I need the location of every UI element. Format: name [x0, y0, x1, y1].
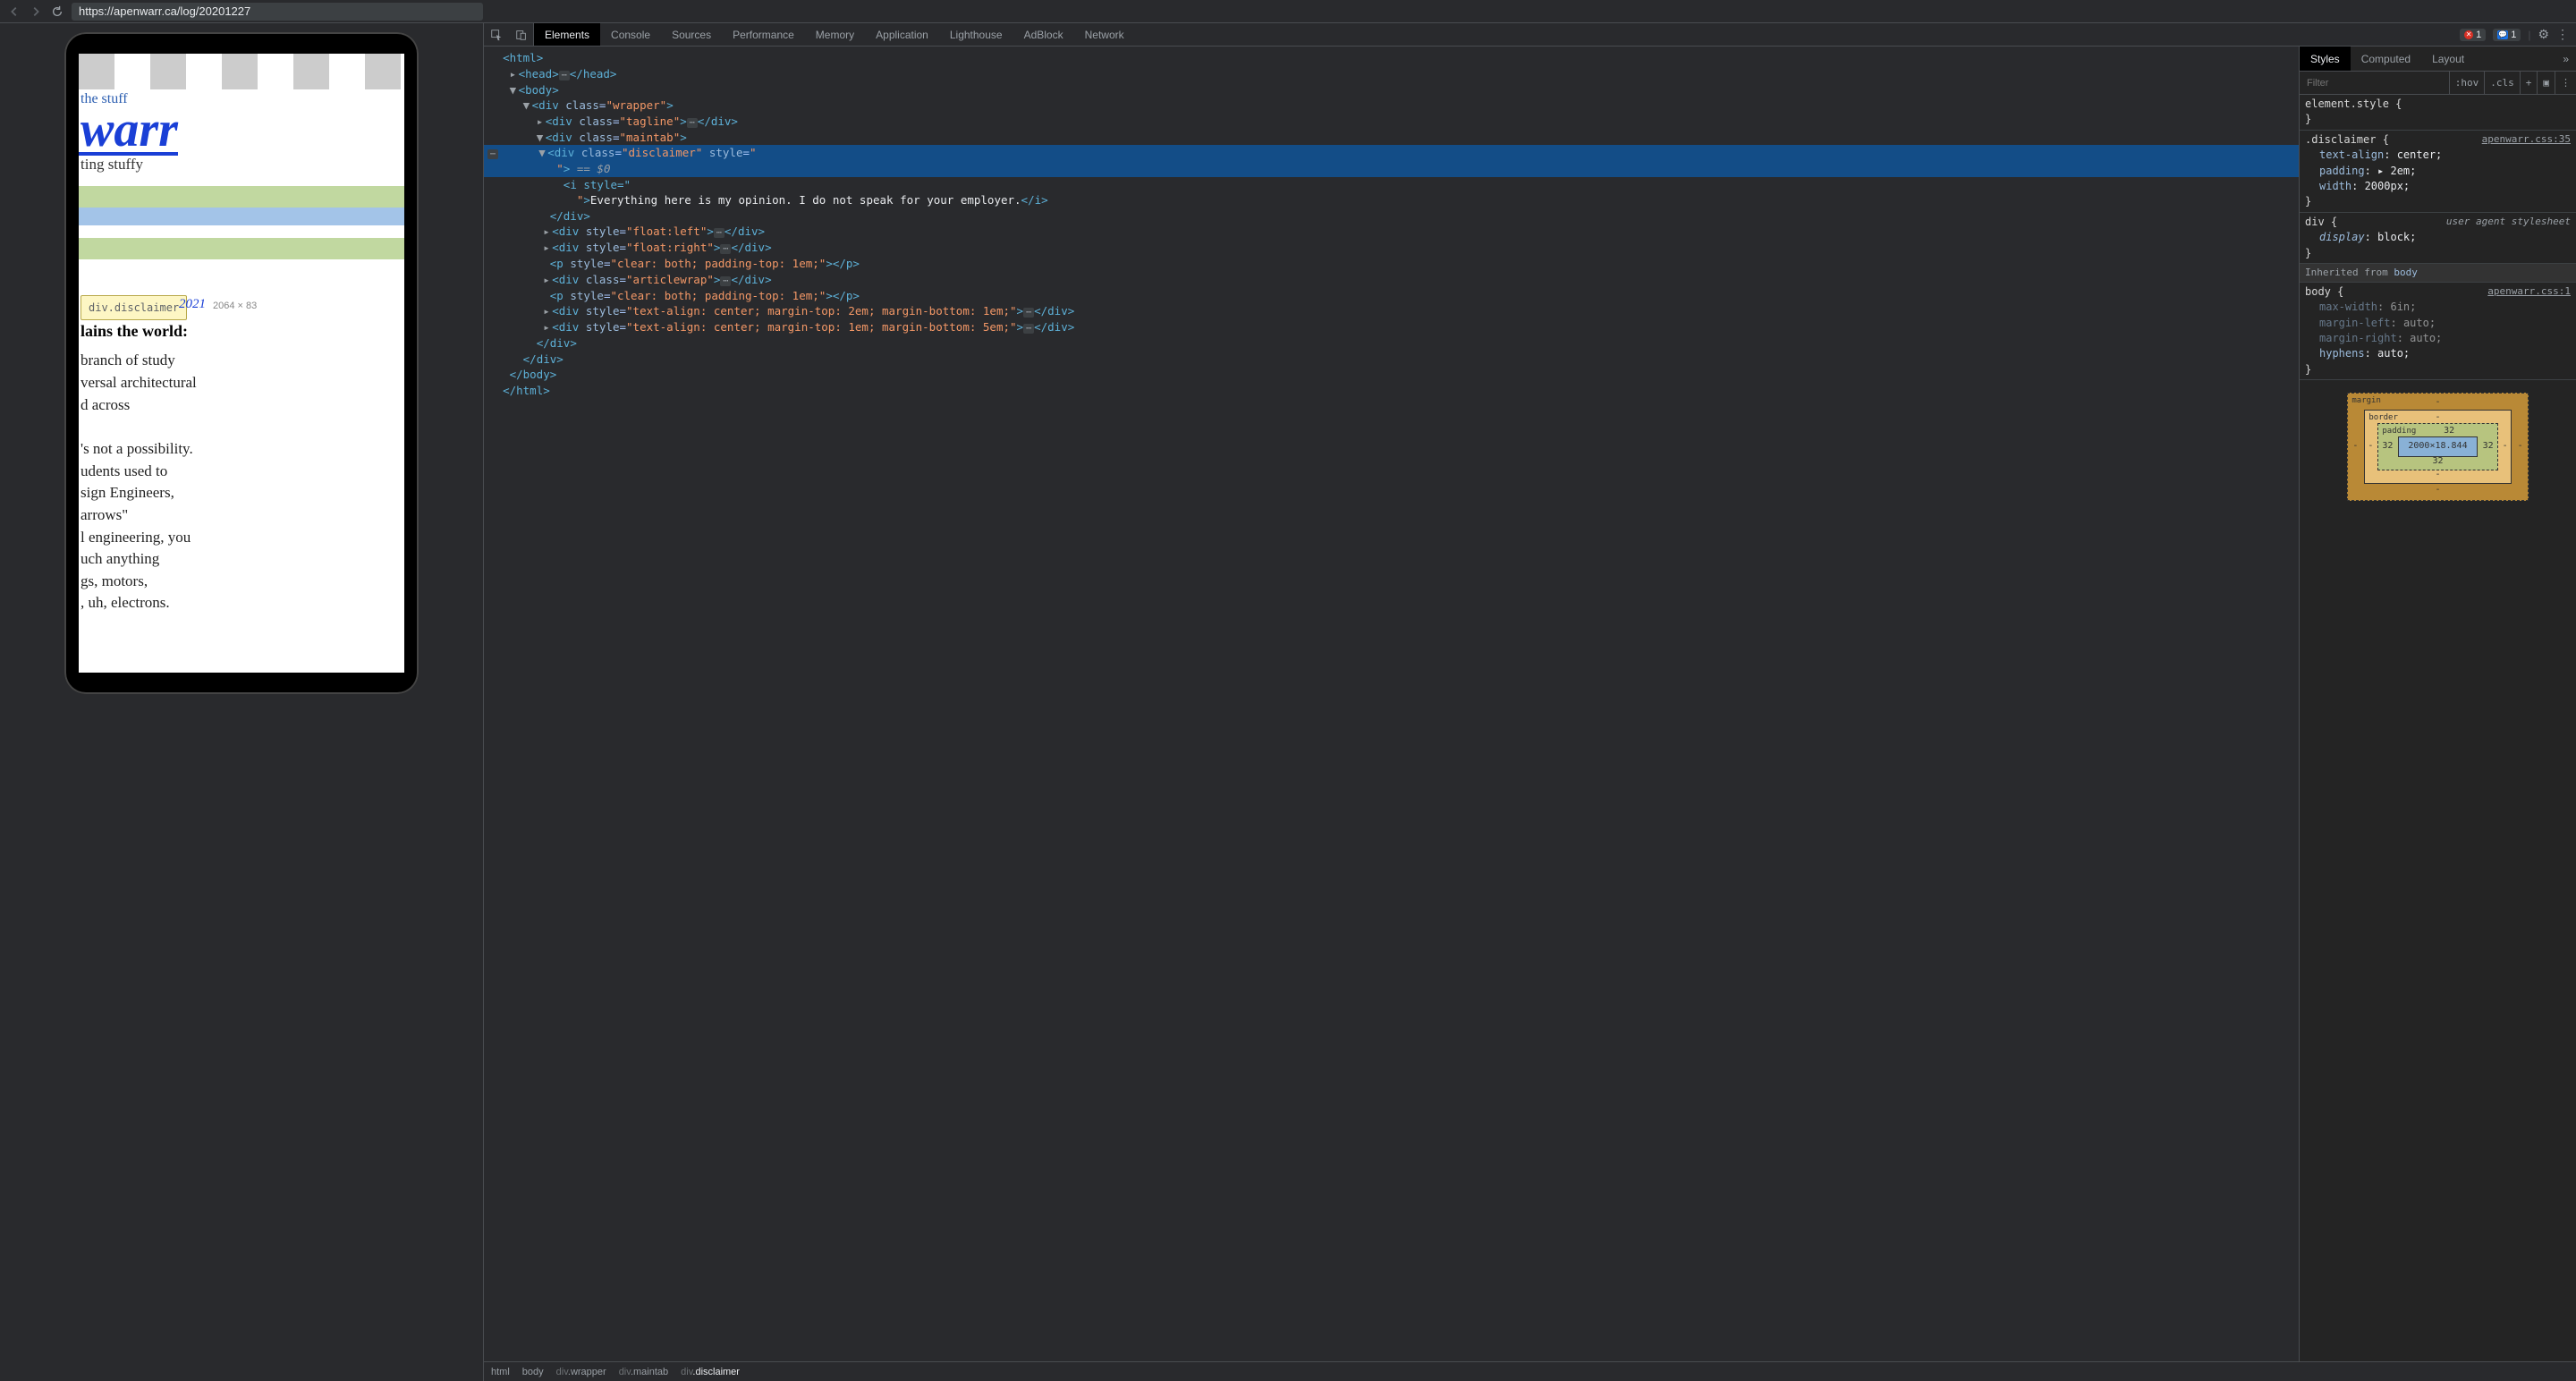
- tab-performance[interactable]: Performance: [722, 23, 805, 46]
- article-body: branch of study versal architectural d a…: [79, 350, 404, 614]
- inherited-from-header: Inherited from body: [2300, 264, 2576, 283]
- dom-node-head[interactable]: <head>: [519, 67, 559, 80]
- nav-strip-green2: [79, 238, 404, 259]
- settings-gear-icon[interactable]: ⚙: [2538, 27, 2549, 42]
- ellipsis-icon[interactable]: ⋯: [559, 71, 570, 80]
- rule-disclaimer[interactable]: apenwarr.css:35 .disclaimer { text-align…: [2300, 131, 2576, 213]
- rule-source-ua: user agent stylesheet: [2446, 215, 2571, 229]
- box-model-diagram[interactable]: margin - - - - border - - - -: [2300, 380, 2576, 513]
- inspector-highlight-tooltip: div.disclaimer: [80, 295, 187, 320]
- error-badge[interactable]: ✕1: [2460, 29, 2486, 41]
- rule-source-link[interactable]: apenwarr.css:1: [2487, 284, 2571, 299]
- rule-source-link[interactable]: apenwarr.css:35: [2482, 132, 2571, 147]
- dom-node-selected[interactable]: ⋯ ▼<div class="disclaimer" style=": [484, 145, 2299, 161]
- styles-more-icon[interactable]: »: [2555, 47, 2576, 71]
- crumb-html[interactable]: html: [491, 1367, 510, 1377]
- tab-application[interactable]: Application: [865, 23, 939, 46]
- dom-text-disclaimer: Everything here is my opinion. I do not …: [590, 193, 1021, 207]
- tab-memory[interactable]: Memory: [805, 23, 865, 46]
- rendered-page[interactable]: the stuff warr ting stuffy div.disclaime…: [79, 54, 404, 673]
- tab-adblock[interactable]: AdBlock: [1013, 23, 1074, 46]
- back-button[interactable]: [7, 4, 21, 19]
- device-toggle-icon[interactable]: [509, 23, 534, 46]
- crumb-disclaimer[interactable]: div.disclaimer: [681, 1367, 740, 1377]
- dom-node-html[interactable]: <html>: [503, 51, 543, 64]
- tab-sources[interactable]: Sources: [661, 23, 722, 46]
- inspect-element-icon[interactable]: [484, 23, 509, 46]
- device-frame: the stuff warr ting stuffy div.disclaime…: [64, 32, 419, 694]
- rule-element-style[interactable]: element.style { }: [2300, 95, 2576, 131]
- nav-strip-blue: [79, 208, 404, 225]
- dom-node-body[interactable]: <body>: [519, 83, 559, 97]
- box-model-content: 2000×18.844: [2398, 436, 2477, 457]
- devtools-divider: |: [2528, 29, 2530, 41]
- reload-button[interactable]: [50, 4, 64, 19]
- styles-tab-layout[interactable]: Layout: [2421, 47, 2475, 71]
- rule-div-ua[interactable]: user agent stylesheet div { display: blo…: [2300, 213, 2576, 264]
- styles-sidebar: Styles Computed Layout » :hov .cls + ▣ ⋮: [2299, 47, 2576, 1361]
- date-link[interactable]: 2021: [179, 297, 206, 312]
- tab-console[interactable]: Console: [600, 23, 661, 46]
- inspector-dims: 2064 × 83: [213, 301, 257, 311]
- crumb-body[interactable]: body: [522, 1367, 544, 1377]
- tab-elements[interactable]: Elements: [534, 23, 600, 46]
- url-bar[interactable]: https://apenwarr.ca/log/20201227: [72, 3, 483, 21]
- breadcrumb-bar: html body div.wrapper div.maintab div.di…: [484, 1361, 2576, 1381]
- forward-button[interactable]: [29, 4, 43, 19]
- nav-strip-green: [79, 186, 404, 208]
- info-badge[interactable]: 💬1: [2493, 29, 2521, 41]
- tab-lighthouse[interactable]: Lighthouse: [939, 23, 1013, 46]
- styles-tab-styles[interactable]: Styles: [2300, 47, 2351, 71]
- styles-filter-input[interactable]: [2300, 78, 2449, 89]
- styles-tab-computed[interactable]: Computed: [2351, 47, 2421, 71]
- more-menu-icon[interactable]: ⋮: [2556, 27, 2569, 42]
- device-viewport-pane: the stuff warr ting stuffy div.disclaime…: [0, 23, 483, 1381]
- site-logo-text[interactable]: warr: [79, 107, 178, 156]
- dom-tree[interactable]: <html> ▸<head>⋯</head> ▼<body> ▼<div cla…: [484, 47, 2299, 1361]
- crumb-wrapper[interactable]: div.wrapper: [556, 1367, 606, 1377]
- devtools-panel: Elements Console Sources Performance Mem…: [483, 23, 2576, 1381]
- tagline-bottom: ting stuffy: [79, 156, 404, 174]
- more-actions-icon[interactable]: ⋮: [2555, 72, 2576, 94]
- devtools-tabbar: Elements Console Sources Performance Mem…: [484, 23, 2576, 47]
- hov-toggle[interactable]: :hov: [2449, 72, 2485, 94]
- crumb-maintab[interactable]: div.maintab: [619, 1367, 668, 1377]
- cls-toggle[interactable]: .cls: [2484, 72, 2520, 94]
- new-rule-icon[interactable]: +: [2520, 72, 2538, 94]
- browser-toolbar: https://apenwarr.ca/log/20201227: [0, 0, 2576, 23]
- rule-body[interactable]: apenwarr.css:1 body { max-width: 6in; ma…: [2300, 283, 2576, 380]
- computed-panel-icon[interactable]: ▣: [2537, 72, 2555, 94]
- tab-network[interactable]: Network: [1074, 23, 1135, 46]
